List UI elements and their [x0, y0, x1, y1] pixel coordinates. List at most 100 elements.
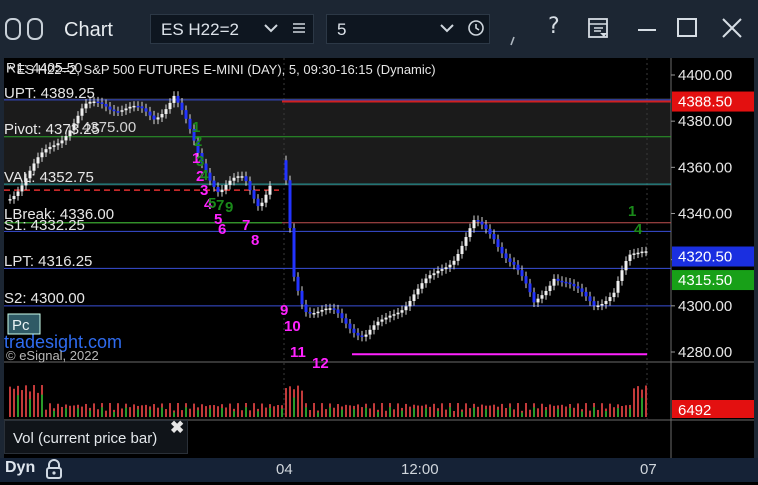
candle-body: [332, 308, 336, 310]
volume-bar: [37, 392, 39, 417]
candle-body: [236, 176, 240, 178]
volume-bar: [369, 408, 371, 417]
volume-bar: [117, 403, 119, 417]
maximize-icon[interactable]: [676, 16, 698, 45]
level-label-s2: S2: 4300.00: [4, 290, 85, 307]
volume-bar: [113, 412, 115, 417]
volume-bar: [425, 408, 427, 417]
candle-body: [56, 143, 60, 146]
price-marker-label: 4315.50: [678, 272, 732, 289]
volume-bar: [257, 411, 259, 417]
volume-bar: [593, 407, 595, 417]
candle-body: [240, 176, 244, 178]
volume-bar: [485, 409, 487, 417]
candle-body: [636, 252, 640, 255]
volume-bar: [341, 409, 343, 417]
price-marker-label: 4320.50: [678, 249, 732, 266]
candle-body: [340, 313, 344, 319]
help-icon[interactable]: ?: [548, 14, 560, 39]
volume-bar: [265, 407, 267, 417]
candle-body: [144, 108, 148, 112]
candle-body: [8, 199, 12, 201]
volume-bar: [69, 405, 71, 417]
clock-icon[interactable]: [467, 18, 485, 43]
volume-bar: [65, 408, 67, 417]
volume-bar: [201, 404, 203, 417]
volume-bar: [401, 410, 403, 417]
layout-icon[interactable]: [586, 16, 610, 45]
volume-bar: [473, 407, 475, 417]
interval-select[interactable]: 5: [326, 14, 490, 44]
close-icon[interactable]: ✖: [170, 418, 184, 438]
candle-body: [372, 325, 376, 330]
candle-body: [528, 283, 532, 293]
menu-icon[interactable]: [291, 18, 307, 43]
candle-body: [616, 280, 620, 293]
candle-body: [104, 103, 108, 107]
volume-bar: [77, 408, 79, 417]
volume-bar: [541, 403, 543, 417]
candle-body: [356, 332, 360, 336]
close-icon[interactable]: [720, 16, 744, 45]
count-label: 8: [251, 232, 259, 249]
candle-body: [584, 291, 588, 297]
pin-icon[interactable]: [508, 28, 518, 52]
volume-bar: [397, 403, 399, 417]
level-label-upt: UPT: 4389.25: [4, 85, 95, 102]
volume-bar: [621, 405, 623, 417]
volume-bar: [561, 404, 563, 417]
symbol-select[interactable]: ES H22=2: [150, 14, 314, 44]
volume-bar: [445, 409, 447, 417]
volume-bar: [53, 410, 55, 417]
volume-bar: [585, 403, 587, 417]
volume-panel-label[interactable]: Vol (current price bar): [4, 420, 188, 454]
candle-body: [408, 300, 412, 307]
time-label-04: 04: [276, 461, 293, 478]
volume-bar: [197, 410, 199, 417]
candle-body: [568, 282, 572, 285]
volume-bar: [301, 390, 303, 417]
candle-body: [164, 109, 168, 115]
volume-bar: [489, 405, 491, 417]
volume-bar: [553, 405, 555, 417]
candle-body: [608, 297, 612, 302]
volume-bar: [225, 407, 227, 417]
candle-body: [596, 305, 600, 307]
volume-bar: [581, 411, 583, 417]
candle-body: [268, 185, 272, 195]
candle-body: [228, 180, 232, 185]
mode-label[interactable]: Dyn: [5, 459, 35, 477]
candle-body: [484, 224, 488, 229]
candle-body: [428, 275, 432, 279]
candle-body: [84, 103, 88, 109]
level-label-lpt: LPT: 4316.25: [4, 253, 92, 270]
volume-bar: [573, 407, 575, 417]
volume-bar: [577, 403, 579, 417]
price-chart[interactable]: 123456 78910111212345 7 9 14 R1: 4405.50 * E…: [4, 58, 754, 458]
lock-icon[interactable]: [44, 458, 64, 485]
candle-body: [620, 270, 624, 281]
candle-body: [256, 198, 260, 207]
volume-bar: [145, 404, 147, 417]
candle-body: [440, 269, 444, 271]
chart-header: * ES H22=2, S&P 500 FUTURES E-MINI (DAY)…: [8, 62, 436, 77]
candle-body: [36, 157, 40, 164]
candle-body: [628, 254, 632, 262]
minimize-icon[interactable]: [636, 16, 658, 45]
candle-body: [644, 251, 648, 253]
candle-body: [216, 187, 220, 193]
candle-body: [488, 228, 492, 235]
volume-bar: [637, 386, 639, 417]
level-label-val: VAL: 4352.75: [4, 169, 94, 186]
candle-body: [640, 251, 644, 254]
volume-bar: [357, 404, 359, 417]
chevron-down-icon[interactable]: [263, 18, 279, 43]
chart-icon: [4, 16, 50, 49]
volume-bar: [73, 405, 75, 417]
candle-body: [396, 312, 400, 315]
chevron-down-icon[interactable]: [439, 18, 455, 43]
volume-bar: [105, 410, 107, 417]
candle-body: [536, 298, 540, 303]
volume-bar: [81, 406, 83, 417]
volume-bar: [289, 386, 291, 417]
